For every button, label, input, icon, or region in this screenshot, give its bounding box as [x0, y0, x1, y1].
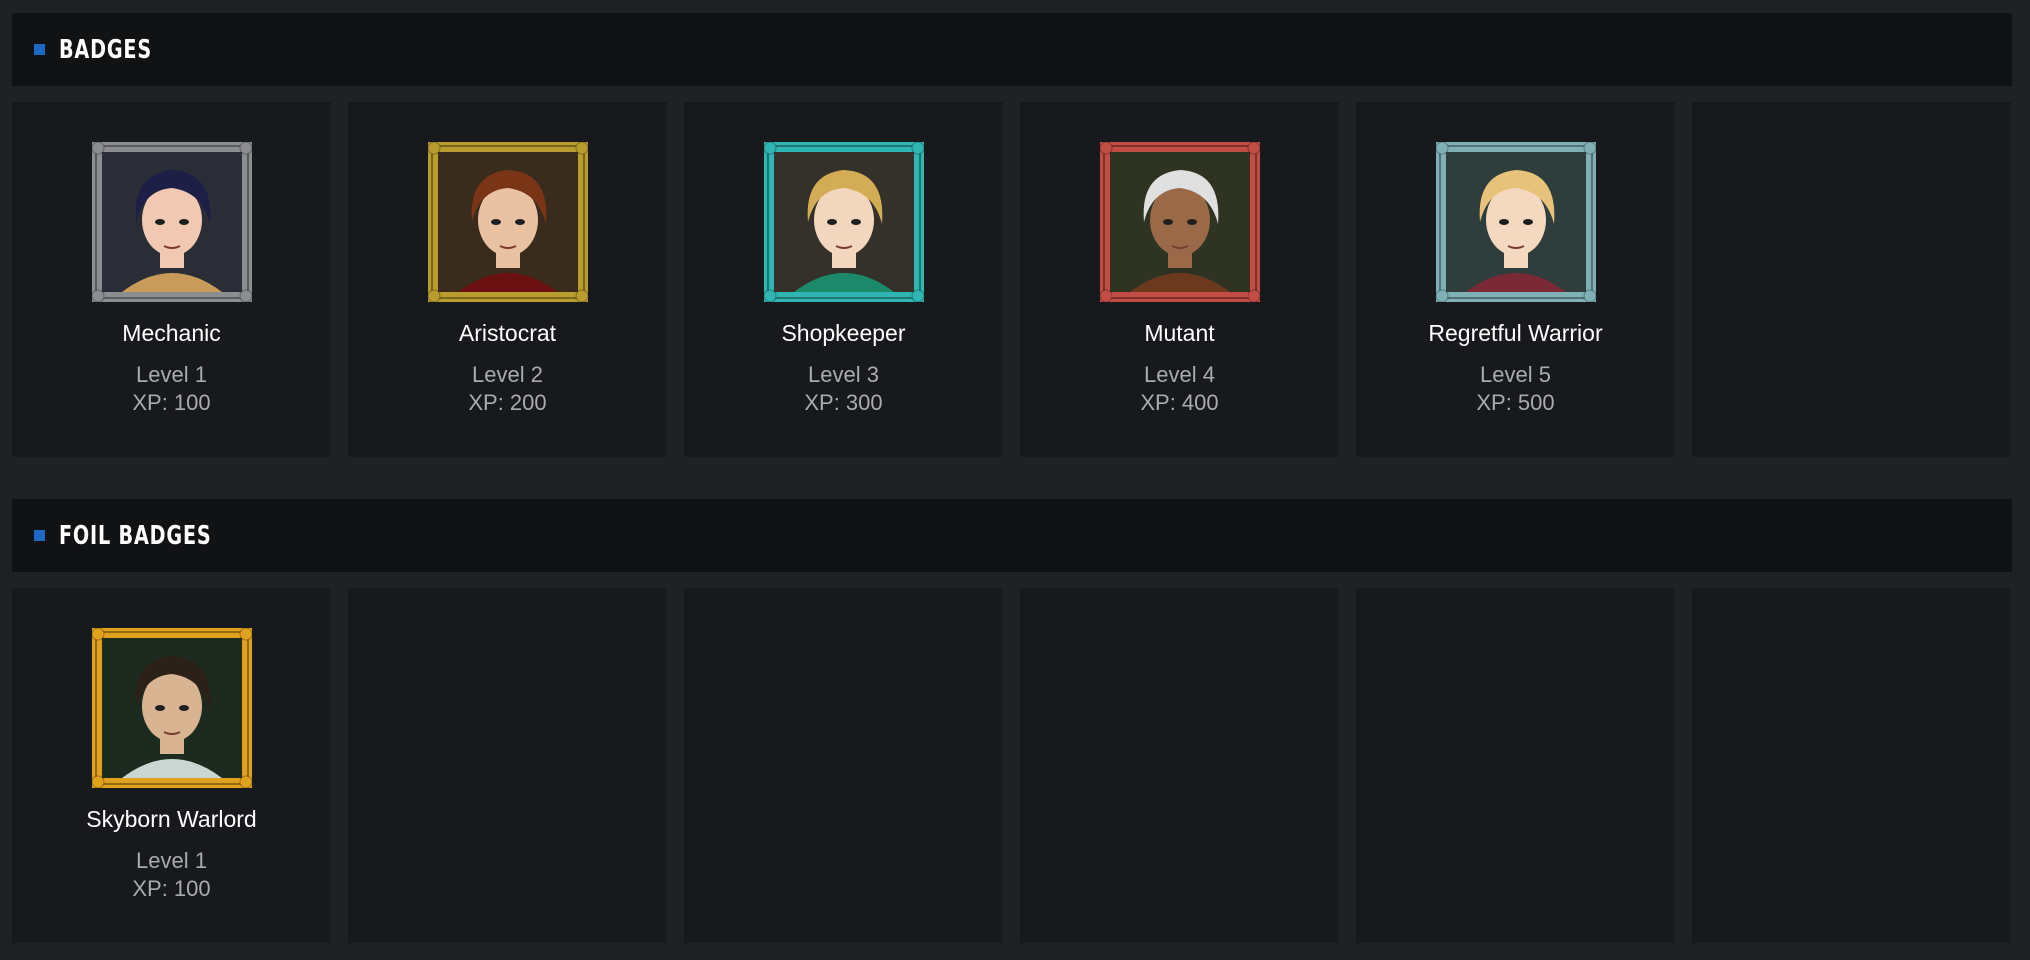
mutant-portrait-icon: [1099, 142, 1260, 302]
empty-badge-slot: [1356, 588, 1675, 943]
badge-xp: XP: 100: [132, 390, 211, 415]
badge-level: Level 3: [808, 362, 879, 387]
foil-badges-grid: Skyborn Warlord Level 1 XP: 100: [12, 588, 2012, 943]
badge-card[interactable]: Mutant Level 4 XP: 400: [1020, 102, 1339, 457]
empty-badge-slot: [1692, 588, 2011, 943]
empty-badge-slot: [1692, 102, 2011, 457]
section-title: FOIL BADGES: [59, 520, 212, 551]
badge-xp: XP: 400: [1140, 390, 1219, 415]
badges-page: BADGES Mechanic Level 1 XP: 100 Aristocr…: [12, 13, 2012, 943]
empty-badge-slot: [684, 588, 1003, 943]
aristocrat-portrait-icon: [427, 142, 588, 302]
badge-level: Level 5: [1480, 362, 1551, 387]
badge-xp: XP: 200: [468, 390, 547, 415]
skyborn-warlord-portrait-icon: [91, 628, 252, 788]
badges-section-header: BADGES: [12, 13, 2012, 86]
badge-name: Regretful Warrior: [1428, 320, 1603, 346]
regretful-warrior-portrait-icon: [1435, 142, 1596, 302]
badge-name: Aristocrat: [458, 320, 557, 346]
badge-level: Level 1: [136, 362, 207, 387]
badge-name: Mutant: [1144, 320, 1215, 346]
mechanic-portrait-icon: [91, 142, 252, 302]
badge-card[interactable]: Shopkeeper Level 3 XP: 300: [684, 102, 1003, 457]
badge-name: Mechanic: [122, 320, 221, 346]
empty-badge-slot: [348, 588, 667, 943]
foil-badges-section-header: FOIL BADGES: [12, 499, 2012, 572]
badge-name: Shopkeeper: [781, 320, 906, 346]
badge-name: Skyborn Warlord: [86, 806, 257, 832]
badge-card[interactable]: Mechanic Level 1 XP: 100: [12, 102, 331, 457]
shopkeeper-portrait-icon: [763, 142, 924, 302]
badge-card[interactable]: Aristocrat Level 2 XP: 200: [348, 102, 667, 457]
badge-card[interactable]: Skyborn Warlord Level 1 XP: 100: [12, 588, 331, 943]
empty-badge-slot: [1020, 588, 1339, 943]
badges-grid: Mechanic Level 1 XP: 100 Aristocrat Leve…: [12, 102, 2012, 457]
section-bullet-icon: [34, 530, 45, 541]
badge-level: Level 1: [136, 848, 207, 873]
badge-level: Level 4: [1144, 362, 1215, 387]
badge-xp: XP: 100: [132, 876, 211, 901]
badge-level: Level 2: [472, 362, 543, 387]
badge-card[interactable]: Regretful Warrior Level 5 XP: 500: [1356, 102, 1675, 457]
section-title: BADGES: [59, 34, 152, 65]
badge-xp: XP: 300: [804, 390, 883, 415]
badge-xp: XP: 500: [1476, 390, 1555, 415]
section-bullet-icon: [34, 44, 45, 55]
